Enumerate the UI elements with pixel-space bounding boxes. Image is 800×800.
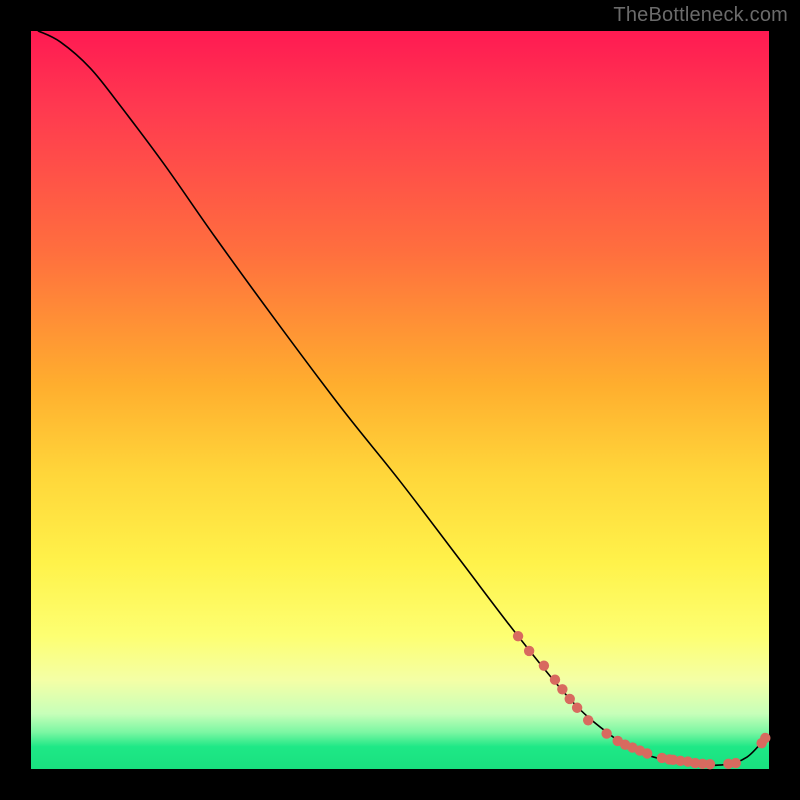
highlight-dot xyxy=(513,631,523,641)
highlight-dots-group xyxy=(513,631,771,769)
highlight-dot xyxy=(601,728,611,738)
highlight-dot xyxy=(524,646,534,656)
chart-frame: TheBottleneck.com xyxy=(0,0,800,800)
chart-overlay-svg xyxy=(0,0,800,800)
highlight-dot xyxy=(557,684,567,694)
bottleneck-curve xyxy=(38,31,765,765)
highlight-dot xyxy=(705,759,715,769)
highlight-dot xyxy=(539,660,549,670)
highlight-dot xyxy=(565,694,575,704)
highlight-dot xyxy=(760,733,770,743)
highlight-dot xyxy=(642,748,652,758)
highlight-dot xyxy=(583,715,593,725)
watermark-text: TheBottleneck.com xyxy=(613,4,788,27)
highlight-dot xyxy=(550,675,560,685)
highlight-dot xyxy=(731,758,741,768)
highlight-dot xyxy=(572,703,582,713)
